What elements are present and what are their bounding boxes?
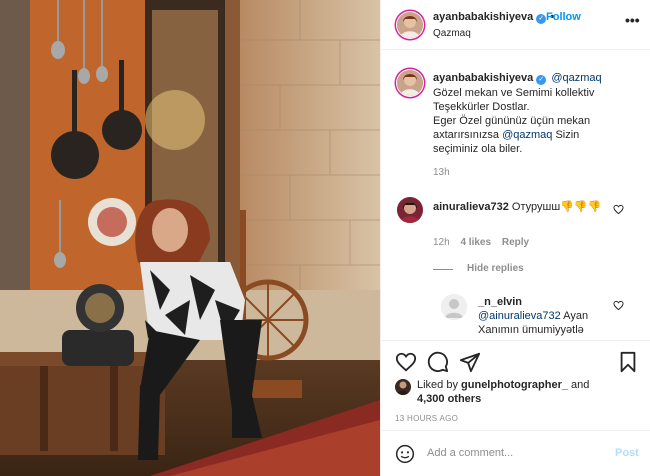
- post-header: ayanbabakishiyeva ✓ • Follow Qazmaq •••: [381, 0, 650, 50]
- reply-text: @ainuralieva732 Ayan Xanımın ümumiyyətlə: [478, 309, 608, 337]
- caption-line: axtarırsınızsa @qazmaq Sizin: [433, 128, 638, 142]
- more-options-icon[interactable]: •••: [625, 12, 640, 28]
- author-avatar[interactable]: [397, 12, 423, 38]
- comment-meta: 12h 4 likes Reply: [433, 237, 537, 248]
- post-photo-illustration: [0, 0, 380, 476]
- follow-button[interactable]: Follow: [546, 11, 581, 23]
- caption-line: seçiminiz ola biler.: [433, 143, 523, 155]
- share-paper-plane-icon[interactable]: [459, 351, 481, 373]
- add-comment-row: Add a comment... Post: [381, 430, 650, 476]
- post-comment-button[interactable]: Post: [615, 447, 639, 459]
- comment-reply-button[interactable]: Reply: [502, 237, 529, 248]
- reply-like-heart-icon[interactable]: [613, 300, 624, 311]
- post-location[interactable]: Qazmaq: [433, 28, 471, 39]
- comment-likes[interactable]: 4 likes: [460, 237, 491, 248]
- reply-mention[interactable]: @ainuralieva732: [478, 310, 561, 322]
- commenter-avatar[interactable]: [397, 197, 423, 223]
- like-heart-icon[interactable]: [395, 351, 417, 373]
- comment-age[interactable]: 12h: [433, 237, 450, 248]
- caption-inline-mention[interactable]: @qazmaq: [502, 129, 552, 141]
- author-username-row: ayanbabakishiyeva ✓ •: [433, 11, 558, 24]
- post-detail-panel: ayanbabakishiyeva ✓ • Follow Qazmaq ••• ay…: [380, 0, 650, 476]
- liked-by-user[interactable]: gunelphotographer_: [461, 379, 568, 391]
- caption-avatar[interactable]: [397, 70, 423, 96]
- liked-by-avatar[interactable]: [395, 379, 411, 395]
- author-username[interactable]: ayanbabakishiyeva: [433, 11, 533, 23]
- hide-replies-label[interactable]: Hide replies: [467, 263, 524, 274]
- liked-by-and: and: [567, 379, 590, 391]
- reply-username[interactable]: _n_elvin: [478, 296, 522, 308]
- comment-text: Отурушш👎👎👎: [511, 201, 602, 213]
- caption-text-fragment: Sizin: [552, 129, 580, 141]
- caption-mention[interactable]: @qazmaq: [551, 72, 601, 84]
- caption-author-row: ayanbabakishiyeva ✓ @qazmaq: [433, 72, 602, 85]
- save-bookmark-icon[interactable]: [617, 351, 639, 373]
- liked-by-prefix: Liked by: [417, 379, 462, 391]
- liked-by-text: Liked by gunelphotographer_ and 4,300 ot…: [417, 378, 637, 406]
- caption-text-fragment: axtarırsınızsa: [433, 129, 503, 141]
- post-photo[interactable]: [0, 0, 380, 476]
- caption-line: Gözel mekan ve Semimi kollektiv: [433, 87, 595, 99]
- caption-text: Gözel mekan ve Semimi kollektiv Teşekkürl…: [433, 86, 638, 156]
- caption-age[interactable]: 13h: [433, 167, 450, 178]
- comment-body: ainuralieva732 Отурушш👎👎👎: [433, 200, 613, 214]
- comment-like-heart-icon[interactable]: [613, 204, 624, 215]
- hide-replies-button[interactable]: Hide replies: [433, 263, 524, 274]
- emoji-icon[interactable]: [395, 444, 415, 464]
- liked-by-count[interactable]: 4,300 others: [417, 393, 481, 405]
- comments-list[interactable]: ayanbabakishiyeva ✓ @qazmaq Gözel mekan v…: [381, 50, 650, 340]
- caption-line: Teşekkürler Dostlar.: [433, 101, 530, 113]
- caption-line: Eger Özel gününüz üçün mekan: [433, 115, 591, 127]
- post-timestamp[interactable]: 13 HOURS AGO: [395, 414, 458, 423]
- add-comment-input[interactable]: Add a comment...: [427, 447, 513, 459]
- comment-username[interactable]: ainuralieva732: [433, 201, 509, 213]
- verified-icon: ✓: [536, 14, 547, 24]
- verified-icon: ✓: [536, 75, 547, 85]
- caption-username[interactable]: ayanbabakishiyeva: [433, 72, 533, 84]
- comment-bubble-icon[interactable]: [427, 351, 449, 373]
- reply-avatar[interactable]: [441, 294, 467, 320]
